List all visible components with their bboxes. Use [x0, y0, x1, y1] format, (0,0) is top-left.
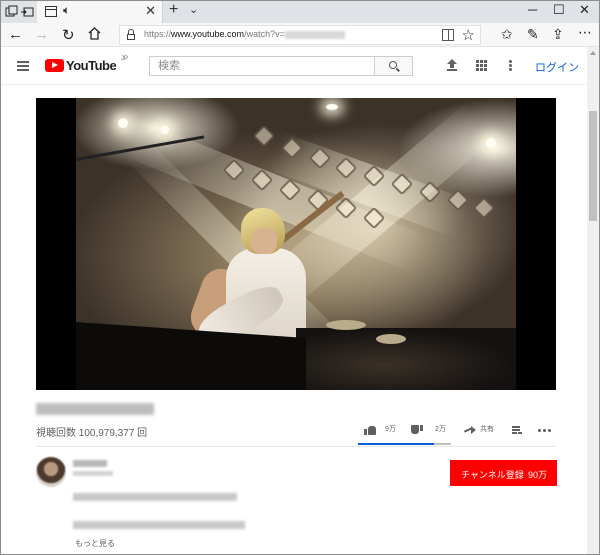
- like-ratio-bar: [358, 443, 451, 445]
- browser-window: 🔈︎ ✕ + ⌄ ─ ☐ ✕ ← → ↻ https://www.youtube…: [0, 0, 600, 555]
- channel-name-blurred[interactable]: [73, 460, 107, 467]
- share-icon[interactable]: ⇪: [552, 26, 564, 43]
- search-box: [149, 56, 413, 76]
- description-line-blurred: [73, 493, 237, 501]
- video-player[interactable]: [36, 98, 556, 390]
- refresh-icon[interactable]: ↻: [62, 26, 75, 44]
- subscriber-count: 90万: [528, 470, 548, 480]
- scroll-up-icon[interactable]: [590, 51, 596, 55]
- show-more-link[interactable]: もっと見る: [75, 538, 115, 549]
- settings-kebab-icon[interactable]: [509, 60, 512, 71]
- url-text[interactable]: https://www.youtube.com/watch?v=: [144, 29, 345, 39]
- share-arrow-icon[interactable]: [463, 426, 476, 434]
- reading-view-icon[interactable]: [442, 29, 454, 41]
- speaker-icon[interactable]: 🔈︎: [63, 3, 70, 18]
- chevron-down-icon[interactable]: ⌄: [189, 3, 198, 16]
- search-input[interactable]: [150, 57, 375, 75]
- dislike-icon[interactable]: [411, 425, 423, 435]
- video-actions: 9万 2万 共有: [356, 421, 556, 443]
- url-blurred-id: [284, 30, 345, 39]
- back-icon[interactable]: ←: [8, 26, 23, 43]
- youtube-play-icon: [45, 59, 64, 72]
- logo-region: JP: [121, 56, 129, 62]
- more-actions-icon[interactable]: [538, 429, 552, 432]
- like-icon[interactable]: [364, 425, 376, 435]
- scrollbar-thumb[interactable]: [589, 111, 597, 221]
- maximize-icon[interactable]: ☐: [553, 2, 565, 18]
- tab-preview-icon[interactable]: [21, 5, 35, 19]
- page-favicon-icon: [45, 6, 57, 17]
- close-tab-icon[interactable]: ✕: [145, 3, 156, 19]
- forward-icon[interactable]: →: [34, 26, 49, 43]
- upload-icon[interactable]: [447, 59, 457, 71]
- login-link[interactable]: ログイン: [535, 59, 579, 75]
- youtube-header: YouTube JP ログイン: [1, 47, 587, 85]
- address-bar[interactable]: https://www.youtube.com/watch?v= ☆: [119, 25, 481, 45]
- page-scrollbar[interactable]: [587, 47, 599, 554]
- view-count: 視聴回数 100,979,377 回: [36, 428, 148, 439]
- divider: [36, 446, 556, 447]
- video-frame-concert: [76, 98, 516, 390]
- home-icon[interactable]: [88, 27, 101, 44]
- favorite-star-icon[interactable]: ☆: [462, 26, 475, 44]
- subscribe-label: チャンネル登録: [461, 470, 524, 480]
- search-button[interactable]: [374, 57, 412, 75]
- apps-grid-icon[interactable]: [476, 60, 487, 71]
- like-count[interactable]: 9万: [385, 424, 396, 434]
- dislike-count[interactable]: 2万: [435, 424, 446, 434]
- description-line-blurred: [73, 521, 245, 529]
- search-icon: [389, 61, 397, 69]
- pen-icon[interactable]: ✎: [527, 26, 539, 43]
- minimize-icon[interactable]: ─: [528, 2, 537, 17]
- tab-youtube[interactable]: 🔈︎ ✕: [37, 1, 163, 23]
- hamburger-menu-icon[interactable]: [17, 61, 29, 71]
- channel-avatar[interactable]: [36, 457, 66, 487]
- channel-date-blurred: [73, 471, 113, 476]
- more-icon[interactable]: ⋯: [578, 24, 592, 41]
- lock-icon[interactable]: [127, 29, 135, 40]
- subscribe-button[interactable]: チャンネル登録 90万: [450, 460, 557, 486]
- favorites-hub-icon[interactable]: ✩: [501, 26, 513, 43]
- add-to-playlist-icon[interactable]: [512, 425, 522, 435]
- tab-bar: 🔈︎ ✕ + ⌄ ─ ☐ ✕: [1, 1, 599, 23]
- close-window-icon[interactable]: ✕: [579, 2, 590, 18]
- navigation-bar: ← → ↻ https://www.youtube.com/watch?v= ☆…: [1, 23, 599, 47]
- set-aside-tabs-icon[interactable]: [5, 5, 19, 19]
- new-tab-icon[interactable]: +: [169, 1, 178, 19]
- logo-text: YouTube: [66, 58, 117, 73]
- share-label[interactable]: 共有: [480, 424, 494, 434]
- like-ratio-fill: [358, 443, 435, 445]
- video-title-blurred: [36, 403, 154, 415]
